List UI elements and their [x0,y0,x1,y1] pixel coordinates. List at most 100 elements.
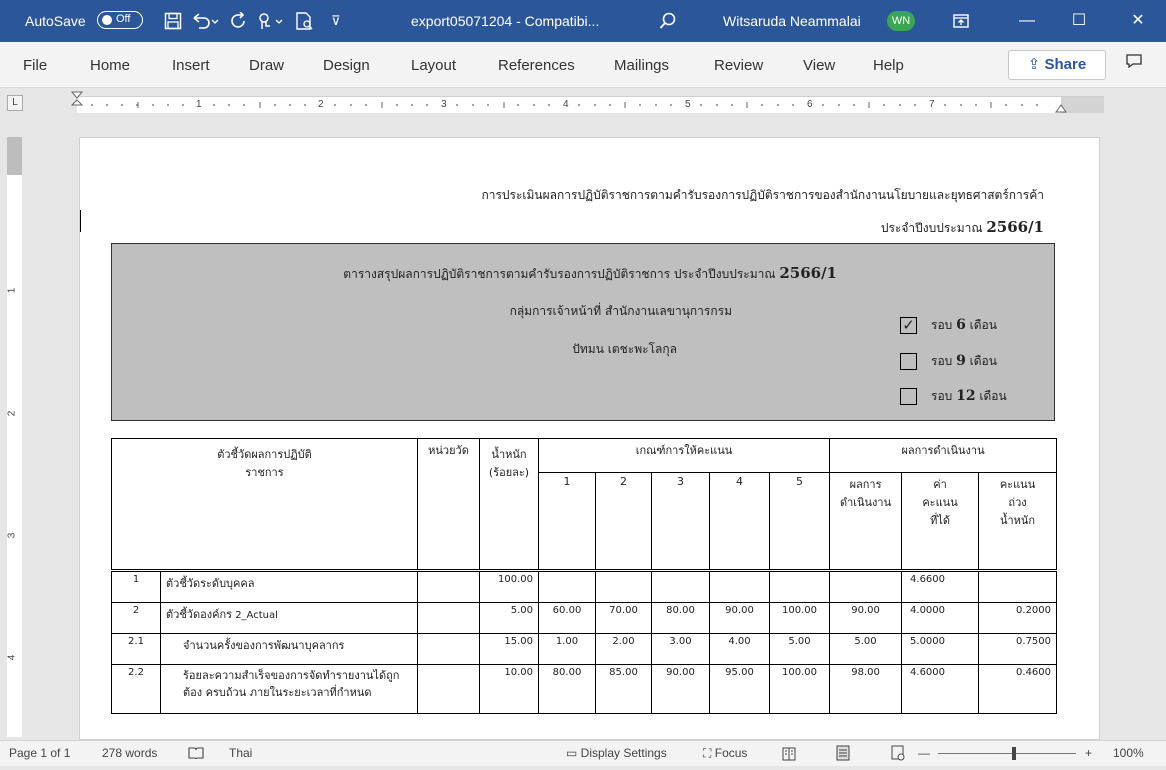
indicator-header: ตัวชี้วัดผลการปฏิบัติ ราชการ [111,438,418,571]
level-3-cell: 3.00 [651,633,710,665]
indicator-header-line2: ราชการ [245,466,284,479]
result-header-line2: ดำเนินงาน [839,495,892,509]
round-6-checkbox[interactable]: ✓ รอบ 6 เดือน [900,316,997,335]
weighted-score-header: คะแนน ถ่วง น้ำหนัก [978,471,1058,572]
indicator-text: ตัวชี้วัดองค์กร [166,608,233,621]
indent-marker-icon[interactable] [71,91,83,107]
display-settings-label: Display Settings [580,746,667,760]
ruler-bar[interactable]: 1 2 3 4 5 6 7 [71,91,1104,113]
row-number: 2.1 [111,633,161,665]
unit-header: หน่วยวัด [417,438,480,571]
vruler-number: 1 [6,287,18,294]
weighted-score-cell [978,569,1058,603]
language[interactable]: Thai [229,741,252,766]
level-3-cell: 80.00 [651,602,710,634]
table-row: 2.1 จำนวนครั้งของการพัฒนาบุคลากร 15.00 1… [111,633,1058,665]
round-months: 6 [956,317,966,333]
weighted-score-cell: 0.2000 [978,602,1058,634]
score-cell: 5.0000 [901,633,980,665]
status-bar: Page 1 of 1 278 words Thai ▭ Display Set… [0,740,1166,766]
share-icon: ⇪ [1027,56,1045,73]
criteria-header: เกณฑ์การให้คะแนน [537,438,831,473]
score-cell: 4.6600 [901,569,980,603]
tab-design[interactable]: Design [323,42,370,87]
weighted-score-cell: 0.7500 [978,633,1058,665]
text-cursor [80,210,81,232]
vertical-ruler[interactable]: 1 2 3 4 [6,137,22,737]
minimize-button[interactable]: — [1013,0,1041,42]
redo-icon[interactable] [230,0,248,42]
level-5-cell [768,569,831,603]
level-2-cell: 2.00 [595,633,652,665]
print-preview-icon[interactable] [295,0,319,42]
ruler-number: 2 [318,99,324,110]
avatar[interactable]: WN [887,11,915,31]
tab-insert[interactable]: Insert [172,42,210,87]
indicator-suffix: 2_Actual [232,610,278,621]
zoom-out-button[interactable]: — [918,741,930,766]
unit-cell [417,569,480,603]
zoom-slider-thumb[interactable] [1012,747,1016,760]
web-layout-icon[interactable] [891,741,905,770]
maximize-button[interactable]: ☐ [1065,0,1093,42]
ruler-number: 1 [196,99,202,110]
word-count[interactable]: 278 words [102,741,157,766]
tab-layout[interactable]: Layout [411,42,456,87]
tab-mailings[interactable]: Mailings [614,42,669,87]
weight-header-line2: (ร้อยละ) [488,466,530,479]
display-settings-button[interactable]: ▭ Display Settings [566,741,667,766]
round-months: 9 [956,353,966,369]
document-page[interactable]: การประเมินผลการปฏิบัติราชการตามคำรับรองก… [79,137,1100,740]
tab-home[interactable]: Home [90,42,130,87]
touch-mode-icon[interactable] [256,0,286,42]
tab-selector-icon[interactable]: L [7,95,23,111]
focus-button[interactable]: ⛶ Focus [703,741,747,766]
result-cell [829,569,903,603]
tab-view[interactable]: View [803,42,835,87]
search-icon[interactable] [659,0,677,42]
score-cell: 4.0000 [901,602,980,634]
zoom-slider-track[interactable] [938,753,1076,754]
vruler-number: 2 [6,410,18,417]
zoom-in-button[interactable]: + [1085,741,1092,766]
tab-draw[interactable]: Draw [249,42,284,87]
indicator-name: ตัวชี้วัดองค์กร 2_Actual [160,602,418,634]
right-indent-icon[interactable] [1055,103,1067,113]
level-1-cell [538,569,596,603]
tab-file[interactable]: File [23,42,47,87]
save-icon[interactable] [164,0,182,42]
checkbox-empty-icon [900,353,917,370]
result-cell: 90.00 [829,602,903,634]
score-header-line1: ค่า [933,477,947,491]
table-row: 1 ตัวชี้วัดระดับบุคคล 100.00 4.6600 [111,569,1058,603]
tab-help[interactable]: Help [873,42,904,87]
share-button[interactable]: ⇪ Share [1008,50,1106,80]
autosave-toggle[interactable]: Off [97,11,143,29]
weight-header: น้ำหนัก (ร้อยละ) [479,438,539,571]
score-cell: 4.6000 [901,664,980,714]
tab-references[interactable]: References [498,42,575,87]
print-layout-icon[interactable] [836,741,850,770]
undo-icon[interactable] [190,0,220,42]
round-9-checkbox[interactable]: รอบ 9 เดือน [900,352,997,371]
ribbon-tabs: File Home Insert Draw Design Layout Refe… [0,42,1166,88]
tab-review[interactable]: Review [714,42,763,87]
comments-icon[interactable] [1124,54,1144,74]
horizontal-ruler[interactable]: L 1 2 3 4 5 6 7 [0,88,1166,116]
fiscal-year: ประจำปีงบประมาณ 2566/1 [881,218,1044,238]
round-12-checkbox[interactable]: รอบ 12 เดือน [900,387,1007,406]
ruler-number: 4 [563,99,569,110]
level-5-cell: 100.00 [768,664,831,714]
close-button[interactable]: ✕ [1124,0,1152,42]
zoom-level[interactable]: 100% [1113,741,1144,766]
page-count[interactable]: Page 1 of 1 [9,741,70,766]
customize-toolbar-icon[interactable]: ⊽ [331,0,341,42]
round-label: รอบ [931,318,957,332]
level-2-cell: 85.00 [595,664,652,714]
read-mode-icon[interactable] [782,741,796,770]
level-5-cell: 100.00 [768,602,831,634]
user-name[interactable]: Witsaruda Neammalai [723,0,861,42]
indicator-text: ตัวชี้วัดระดับบุคคล [166,577,255,590]
weight-cell: 5.00 [479,602,539,634]
ribbon-display-icon[interactable] [947,0,975,42]
